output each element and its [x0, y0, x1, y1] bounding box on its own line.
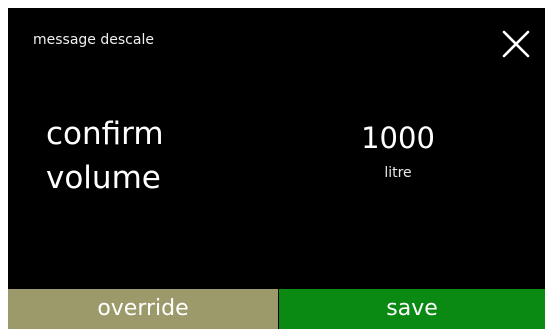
prompt-line-2: volume — [46, 160, 161, 196]
save-button[interactable]: save — [279, 289, 545, 329]
volume-unit: litre — [384, 165, 412, 181]
override-button[interactable]: override — [8, 289, 278, 329]
prompt-line-1: confirm — [46, 116, 164, 152]
close-button[interactable] — [500, 28, 532, 60]
screen-title: message descale — [33, 32, 154, 48]
volume-value: 1000 — [361, 121, 435, 155]
descale-screen: message descale confirm volume 1000 litr… — [8, 8, 545, 329]
confirm-volume-prompt: confirm volume — [46, 112, 164, 200]
close-icon — [502, 30, 530, 58]
